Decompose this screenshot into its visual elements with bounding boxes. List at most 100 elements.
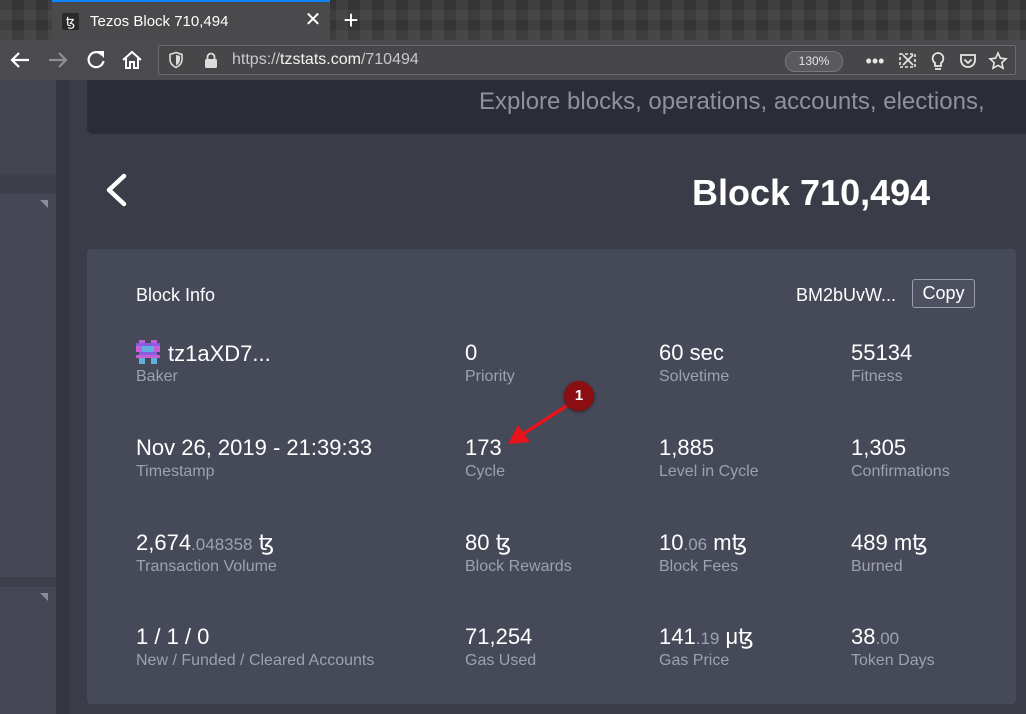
url-scheme: https:// — [232, 51, 281, 68]
tab-title: Tezos Block 710,494 — [90, 13, 229, 30]
tez-unit: mꜩ — [707, 530, 748, 555]
back-chevron-icon[interactable] — [100, 170, 134, 210]
page-content: Explore blocks, operations, accounts, el… — [0, 80, 1026, 714]
home-icon — [122, 50, 142, 69]
baker-address[interactable]: tz1aXD7... — [168, 341, 271, 366]
value-int: 1 / 1 / 0 — [136, 624, 210, 649]
block-info-card: Block Info BM2bUvW... Copy tz1aXD7... Ba… — [87, 249, 1016, 704]
tab-strip: ꜩ Tezos Block 710,494 ✕ + — [0, 0, 1026, 40]
stat-token-days: 38.00 Token Days — [851, 624, 1026, 670]
stat-label: Baker — [136, 368, 178, 385]
stat-gas-price: 141.19 μꜩ Gas Price — [659, 624, 839, 670]
sidebar-panel — [0, 80, 56, 174]
tez-unit: ꜩ — [252, 530, 275, 555]
stat-value: 1,885 — [659, 435, 715, 460]
close-tab-icon[interactable]: ✕ — [302, 9, 324, 31]
screenshot-icon[interactable] — [897, 50, 919, 72]
url-text[interactable]: https://tzstats.com/710494 — [232, 51, 419, 69]
value-decimals: .19 — [695, 629, 720, 648]
stat-fitness: 55134 Fitness — [851, 340, 1026, 386]
stat-burned: 489 mꜩ Burned — [851, 530, 1026, 576]
address-bar[interactable]: https://tzstats.com/710494 130% ••• — [158, 45, 1016, 75]
stat-label: Solvetime — [659, 368, 730, 385]
stat-timestamp: Nov 26, 2019 - 21:39:33 Timestamp — [136, 435, 436, 481]
new-tab-button[interactable]: + — [338, 6, 364, 34]
stat-level-in-cycle: 1,885 Level in Cycle — [659, 435, 839, 481]
stat-gas-used: 71,254 Gas Used — [465, 624, 645, 670]
stat-label: Timestamp — [136, 463, 215, 480]
value-decimals: .00 — [875, 629, 900, 648]
page-title: Block 710,494 — [692, 172, 931, 213]
stat-label: Confirmations — [851, 463, 950, 480]
stat-baker[interactable]: tz1aXD7... Baker — [136, 340, 316, 386]
reload-icon — [87, 51, 105, 69]
value-decimals: .048358 — [191, 535, 253, 554]
stat-label: Cycle — [465, 463, 506, 480]
shield-icon[interactable] — [167, 51, 185, 69]
stat-value[interactable]: 173 — [465, 435, 645, 461]
value-int: 10 — [659, 530, 684, 555]
arrow-right-icon — [49, 52, 68, 68]
stat-label: Priority — [465, 368, 515, 385]
copy-button[interactable]: Copy — [912, 279, 975, 308]
left-sidebar — [0, 80, 56, 714]
browser-tab[interactable]: ꜩ Tezos Block 710,494 ✕ — [52, 0, 330, 40]
stat-confirmations: 1,305 Confirmations — [851, 435, 1026, 481]
stat-label: Burned — [851, 558, 903, 575]
tez-unit: ꜩ — [489, 530, 512, 555]
stat-block-rewards: 80 ꜩ Block Rewards — [465, 530, 645, 576]
more-icon[interactable]: ••• — [864, 50, 886, 72]
stat-label: New / Funded / Cleared Accounts — [136, 652, 375, 669]
value-int: 489 — [851, 530, 888, 555]
forward-button[interactable] — [44, 46, 72, 74]
collapse-triangle-icon[interactable] — [40, 593, 48, 601]
tezos-favicon-icon: ꜩ — [62, 13, 79, 30]
scroll-gutter — [56, 80, 70, 714]
pocket-icon[interactable] — [957, 50, 979, 72]
stat-priority: 0 Priority — [465, 340, 645, 386]
stat-cycle[interactable]: 173 Cycle — [465, 435, 645, 481]
url-host: tzstats.com — [280, 51, 361, 68]
url-path: /710494 — [360, 51, 419, 68]
stat-value: Nov 26, 2019 - 21:39:33 — [136, 435, 373, 460]
stat-label: Transaction Volume — [136, 558, 277, 575]
annotation-badge: 1 — [564, 381, 594, 411]
value-int: 141 — [659, 624, 696, 649]
stat-value: 55134 — [851, 340, 913, 365]
stat-label: Token Days — [851, 652, 935, 669]
value-int: 2,674 — [136, 530, 192, 555]
value-int: 80 — [465, 530, 490, 555]
lock-icon[interactable] — [203, 52, 219, 69]
card-heading: Block Info — [136, 285, 216, 305]
stat-label: Gas Price — [659, 652, 730, 669]
stat-label: Gas Used — [465, 652, 537, 669]
stat-block-fees: 10.06 mꜩ Block Fees — [659, 530, 839, 576]
stat-value: 60 sec — [659, 340, 724, 365]
tez-unit: μꜩ — [719, 624, 754, 649]
stat-label: Block Fees — [659, 558, 739, 575]
stat-accounts: 1 / 1 / 0 New / Funded / Cleared Account… — [136, 624, 436, 670]
stat-value: 1,305 — [851, 435, 907, 460]
zoom-level-badge[interactable]: 130% — [785, 51, 843, 72]
stat-transaction-volume: 2,674.048358 ꜩ Transaction Volume — [136, 530, 436, 576]
value-int: 38 — [851, 624, 876, 649]
arrow-left-icon — [10, 52, 29, 68]
block-hash: BM2bUvW... — [796, 285, 897, 305]
stat-label: Fitness — [851, 368, 903, 385]
value-int: 71,254 — [465, 624, 533, 649]
navigation-toolbar: https://tzstats.com/710494 130% ••• — [0, 40, 1026, 80]
sidebar-panel[interactable] — [0, 194, 56, 577]
home-button[interactable] — [118, 46, 146, 74]
lightbulb-icon[interactable] — [927, 50, 949, 72]
stat-value: 0 — [465, 340, 478, 365]
star-icon[interactable] — [987, 50, 1009, 72]
value-decimals: .06 — [683, 535, 708, 554]
search-banner[interactable]: Explore blocks, operations, accounts, el… — [87, 80, 1026, 134]
stat-solvetime: 60 sec Solvetime — [659, 340, 839, 386]
collapse-triangle-icon[interactable] — [40, 200, 48, 208]
stat-label: Block Rewards — [465, 558, 572, 575]
sidebar-panel[interactable] — [0, 587, 56, 714]
back-button[interactable] — [6, 46, 34, 74]
reload-button[interactable] — [82, 46, 110, 74]
stat-label: Level in Cycle — [659, 463, 759, 480]
